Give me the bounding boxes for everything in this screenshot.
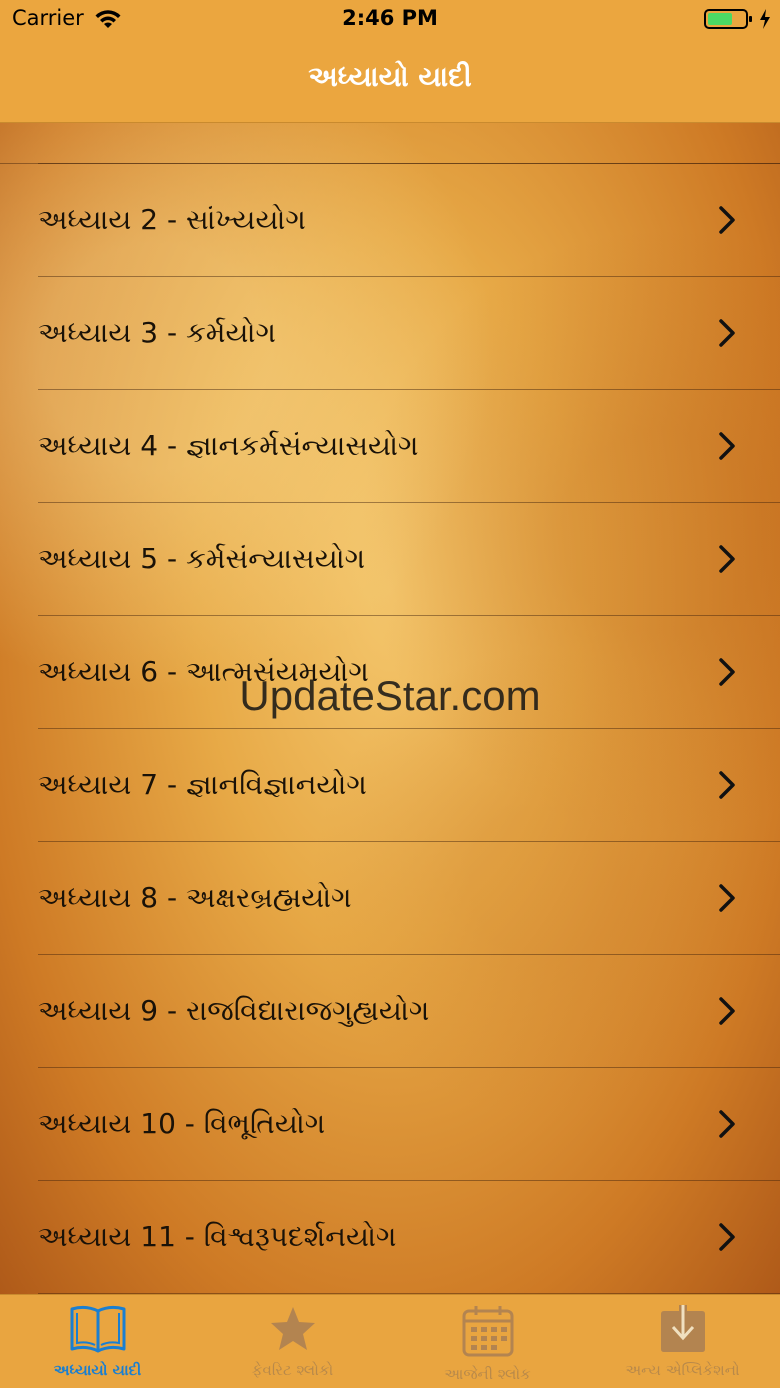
tab-bar: અધ્યાયો યાદી ફેવરિટ શ્લોકો આજેની શ્લોક અ… [0, 1294, 780, 1388]
tab-favorite-shlokas[interactable]: ફેવરિટ શ્લોકો [195, 1295, 390, 1388]
list-item[interactable]: અધ્યાય 9 - રાજવિદ્યારાજગુહ્યયોગ [38, 955, 780, 1068]
chevron-right-icon [719, 997, 735, 1025]
tab-chapter-list[interactable]: અધ્યાયો યાદી [0, 1295, 195, 1388]
chapter-title: અધ્યાય 10 - વિભૂતિયોગ [38, 1107, 326, 1140]
charging-bolt-icon [760, 9, 770, 29]
battery-icon [704, 9, 752, 29]
chevron-right-icon [719, 432, 735, 460]
list-item[interactable]: અધ્યાય 5 - કર્મસંન્યાસયોગ [38, 503, 780, 616]
chevron-right-icon [719, 206, 735, 234]
chevron-right-icon [719, 1223, 735, 1251]
list-item[interactable]: અધ્યાય 11 - વિશ્વરૂપદર્શનયોગ [38, 1181, 780, 1294]
calendar-icon [462, 1306, 513, 1357]
navigation-bar: Carrier 2:46 PM અધ્યાયો યાદી [0, 0, 780, 123]
chevron-right-icon [719, 771, 735, 799]
list-item[interactable]: અધ્યાય 8 - અક્ષરબ્રહ્મયોગ [38, 842, 780, 955]
book-icon [70, 1305, 125, 1353]
chevron-right-icon [719, 545, 735, 573]
download-icon [660, 1305, 705, 1352]
tab-label: અન્ય એપ્લિકેશનો [625, 1361, 740, 1379]
status-time: 2:46 PM [342, 6, 438, 30]
chevron-right-icon [719, 884, 735, 912]
chevron-right-icon [719, 319, 735, 347]
chapter-title: અધ્યાય 7 - જ્ઞાનવિજ્ઞાનયોગ [38, 768, 367, 801]
chapter-title: અધ્યાય 4 - જ્ઞાનકર્મસંન્યાસયોગ [38, 429, 419, 462]
tab-todays-shloka[interactable]: આજેની શ્લોક [390, 1295, 585, 1388]
star-icon [270, 1307, 315, 1350]
list-item[interactable]: અધ્યાય 4 - જ્ઞાનકર્મસંન્યાસયોગ [38, 390, 780, 503]
tab-other-apps[interactable]: અન્ય એપ્લિકેશનો [585, 1295, 780, 1388]
list-item[interactable]: અધ્યાય 10 - વિભૂતિયોગ [38, 1068, 780, 1181]
list-item-partial[interactable] [0, 122, 780, 164]
chapter-title: અધ્યાય 5 - કર્મસંન્યાસયોગ [38, 542, 366, 575]
chapter-title: અધ્યાય 2 - સાંખ્યયોગ [38, 203, 306, 236]
chevron-right-icon [719, 1110, 735, 1138]
chapter-title: અધ્યાય 9 - રાજવિદ્યારાજગુહ્યયોગ [38, 994, 430, 1027]
watermark-text: UpdateStar.com [239, 672, 541, 719]
tab-label: અધ્યાયો યાદી [53, 1361, 142, 1379]
chapter-title: અધ્યાય 8 - અક્ષરબ્રહ્મયોગ [38, 881, 352, 914]
list-item[interactable]: અધ્યાય 2 - સાંખ્યયોગ [38, 164, 780, 277]
page-title: અધ્યાયો યાદી [308, 60, 472, 93]
chapter-title: અધ્યાય 3 - કર્મયોગ [38, 316, 276, 349]
list-item[interactable]: અધ્યાય 3 - કર્મયોગ [38, 277, 780, 390]
tab-label: આજેની શ્લોક [444, 1365, 531, 1383]
chapter-title: અધ્યાય 11 - વિશ્વરૂપદર્શનયોગ [38, 1220, 397, 1253]
tab-label: ફેવરિટ શ્લોકો [251, 1361, 334, 1379]
list-item[interactable]: અધ્યાય 7 - જ્ઞાનવિજ્ઞાનયોગ [38, 729, 780, 842]
